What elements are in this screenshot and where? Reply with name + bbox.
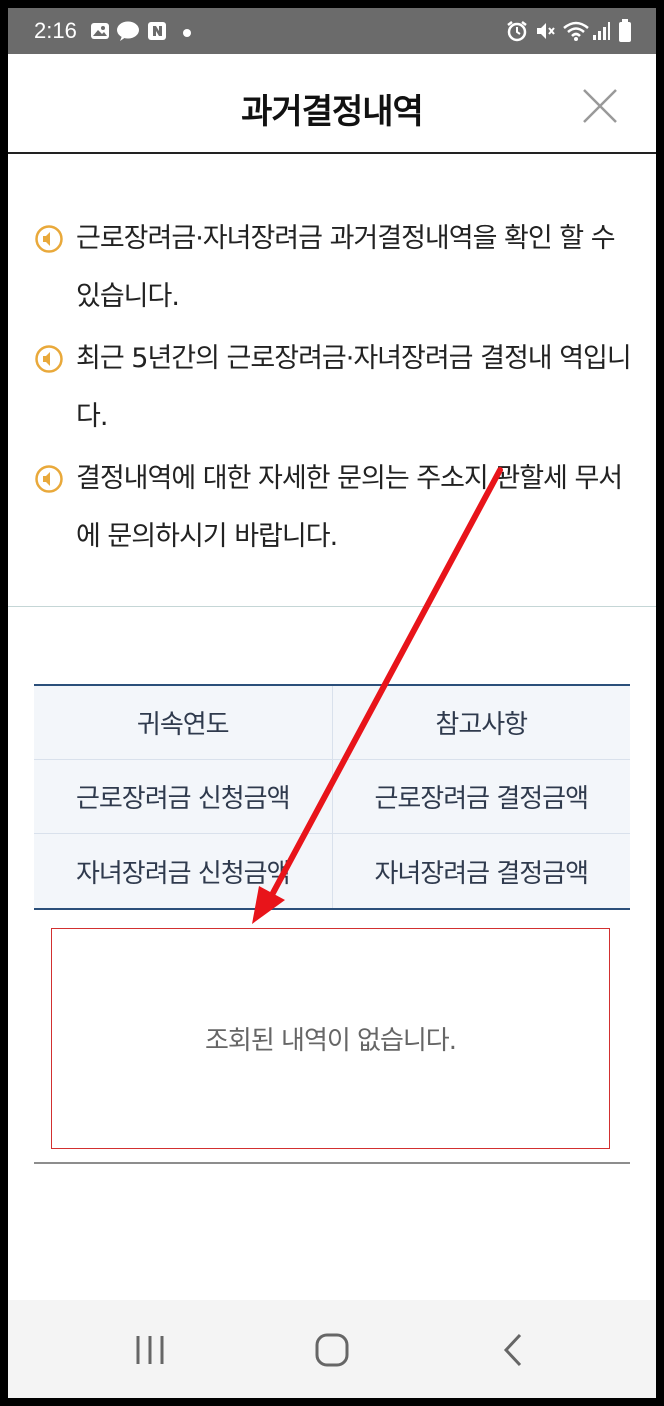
table-row: 귀속연도 참고사항 xyxy=(34,686,630,760)
column-header-work-decided: 근로장려금 결정금액 xyxy=(331,760,631,833)
notification-dot-icon xyxy=(183,29,191,37)
notice-text: 근로장려금·자녀장려금 과거결정내역을 확인 할 수 있습니다. xyxy=(76,223,616,312)
back-icon[interactable] xyxy=(490,1328,538,1372)
table-row: 근로장려금 신청금액 근로장려금 결정금액 xyxy=(34,760,630,834)
signal-icon xyxy=(593,22,610,40)
table-row: 자녀장려금 신청금액 자녀장려금 결정금액 xyxy=(34,834,630,908)
empty-message: 조회된 내역이 없습니다. xyxy=(205,1026,457,1056)
kakaotalk-icon xyxy=(117,21,139,41)
battery-icon xyxy=(619,19,631,42)
status-time: 2:16 xyxy=(34,18,77,43)
naver-icon xyxy=(148,22,166,40)
notice-item: 결정내역에 대한 자세한 문의는 주소지 관할세 무서에 문의하시기 바랍니다. xyxy=(34,450,634,566)
page-header: 과거결정내역 xyxy=(8,54,656,154)
column-header-year: 귀속연도 xyxy=(136,710,230,740)
system-nav-bar xyxy=(8,1300,656,1398)
empty-result-box: 조회된 내역이 없습니다. xyxy=(51,928,610,1149)
gallery-icon xyxy=(91,23,109,39)
status-bar: 2:16 xyxy=(8,8,656,54)
speaker-icon xyxy=(35,345,63,373)
home-icon[interactable] xyxy=(308,1328,356,1372)
section-divider xyxy=(8,606,656,607)
wifi-icon xyxy=(563,21,589,41)
column-header-notes: 참고사항 xyxy=(331,686,631,759)
recent-apps-icon[interactable] xyxy=(126,1328,174,1372)
notice-item: 최근 5년간의 근로장려금·자녀장려금 결정내 역입니다. xyxy=(34,330,634,446)
notice-item: 근로장려금·자녀장려금 과거결정내역을 확인 할 수 있습니다. xyxy=(34,210,634,326)
notice-text: 결정내역에 대한 자세한 문의는 주소지 관할세 무서에 문의하시기 바랍니다. xyxy=(76,463,623,552)
column-header-child-decided: 자녀장려금 결정금액 xyxy=(331,834,631,908)
speaker-icon xyxy=(35,225,63,253)
mute-icon xyxy=(537,23,555,39)
page-title: 과거결정내역 xyxy=(241,92,424,132)
notice-list: 근로장려금·자녀장려금 과거결정내역을 확인 할 수 있습니다. 최근 5년간의… xyxy=(34,210,634,566)
notice-text: 최근 5년간의 근로장려금·자녀장려금 결정내 역입니다. xyxy=(76,343,632,432)
close-icon[interactable] xyxy=(580,86,620,126)
column-header-child-applied: 자녀장려금 신청금액 xyxy=(75,858,291,889)
alarm-icon xyxy=(507,21,527,42)
decision-history-table-header: 귀속연도 참고사항 근로장려금 신청금액 근로장려금 결정금액 자녀장려금 신청… xyxy=(34,684,630,910)
column-header-work-applied: 근로장려금 신청금액 xyxy=(75,784,291,814)
table-bottom-divider xyxy=(34,1162,630,1164)
screen: 2:16 과거결정내역 근로장려금·자녀장려금 과거결정내역을 확인 할 수 있… xyxy=(8,8,656,1398)
speaker-icon xyxy=(35,465,63,493)
